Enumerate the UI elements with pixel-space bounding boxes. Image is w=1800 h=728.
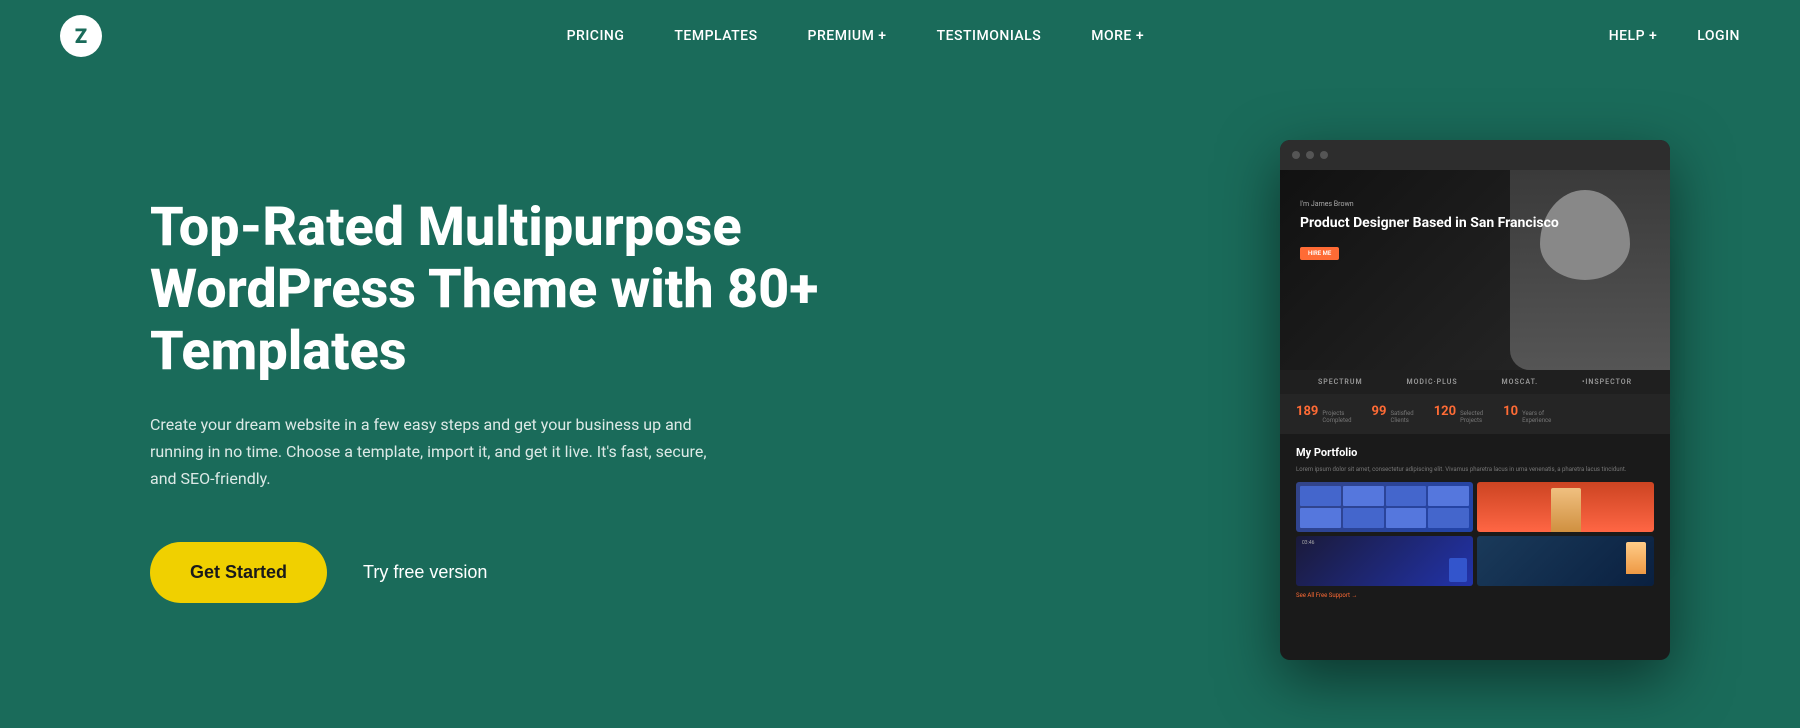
nav-item-login[interactable]: LOGIN: [1697, 28, 1740, 44]
main-mockup: I'm James Brown Product Designer Based i…: [1280, 140, 1670, 660]
browser-body: I'm James Brown Product Designer Based i…: [1280, 170, 1670, 660]
nav-right: HELP + LOGIN: [1609, 28, 1740, 44]
stat-projects: 189 ProjectsCompleted: [1296, 404, 1352, 424]
browser-dot-green: [1320, 151, 1328, 159]
get-started-button[interactable]: Get Started: [150, 542, 327, 603]
nav-item-pricing[interactable]: PRICING: [567, 28, 625, 44]
stat-num-projects: 189: [1296, 404, 1318, 419]
portfolio-description: Lorem ipsum dolor sit amet, consectetur …: [1296, 465, 1654, 474]
hero-content: Top-Rated Multipurpose WordPress Theme w…: [150, 197, 850, 604]
portfolio-grid: 03:46: [1296, 482, 1654, 586]
hero-subtitle: Create your dream website in a few easy …: [150, 411, 730, 493]
portfolio-hero: I'm James Brown Product Designer Based i…: [1280, 170, 1670, 370]
stat-label-selected: SelectedProjects: [1460, 410, 1483, 424]
hero-visual: I'm James Brown Product Designer Based i…: [850, 72, 1700, 728]
try-free-button[interactable]: Try free version: [363, 562, 487, 583]
stat-num-clients: 99: [1372, 404, 1387, 419]
portfolio-thumb-3: 03:46: [1296, 536, 1473, 586]
nav-item-testimonials[interactable]: TESTIMONIALS: [937, 28, 1042, 44]
portfolio-thumb-4: [1477, 536, 1654, 586]
portfolio-thumb-2: [1477, 482, 1654, 532]
partner-logo-1: SPECTRUM: [1318, 378, 1363, 386]
stat-label-years: Years ofExperience: [1522, 410, 1551, 424]
portfolio-section: My Portfolio Lorem ipsum dolor sit amet,…: [1280, 434, 1670, 611]
portfolio-name-label: I'm James Brown: [1300, 200, 1559, 208]
navbar: Z PRICING TEMPLATES PREMIUM + TESTIMONIA…: [0, 0, 1800, 72]
hero-section: Top-Rated Multipurpose WordPress Theme w…: [0, 72, 1800, 728]
nav-center: PRICING TEMPLATES PREMIUM + TESTIMONIALS…: [567, 28, 1145, 44]
partner-logo-4: •Inspector: [1582, 378, 1632, 386]
portfolio-see-all-link[interactable]: See All Free Support →: [1296, 592, 1654, 599]
stat-years: 10 Years ofExperience: [1503, 404, 1551, 424]
nav-item-templates[interactable]: TEMPLATES: [674, 28, 757, 44]
portfolio-heading: Product Designer Based in San Francisco: [1300, 214, 1559, 232]
partner-logo-3: MOSCAT.: [1502, 378, 1539, 386]
stat-num-years: 10: [1503, 404, 1518, 419]
nav-item-premium[interactable]: PREMIUM +: [808, 28, 887, 44]
nav-item-more[interactable]: MORE +: [1091, 28, 1144, 44]
stat-label-clients: SatisfiedClients: [1390, 410, 1413, 424]
nav-item-help[interactable]: HELP +: [1609, 28, 1658, 44]
browser-titlebar: [1280, 140, 1670, 170]
stat-label-projects: ProjectsCompleted: [1322, 410, 1351, 424]
portfolio-cta-button: HIRE ME: [1300, 247, 1339, 260]
portfolio-section-title: My Portfolio: [1296, 446, 1654, 459]
hero-buttons: Get Started Try free version: [150, 542, 850, 603]
stat-clients: 99 SatisfiedClients: [1372, 404, 1414, 424]
stat-num-selected: 120: [1434, 404, 1456, 419]
hero-title: Top-Rated Multipurpose WordPress Theme w…: [150, 197, 850, 383]
partner-logo-2: MODIC·Plus: [1406, 378, 1457, 386]
stats-bar: 189 ProjectsCompleted 99 SatisfiedClient…: [1280, 394, 1670, 434]
portfolio-thumb-1: [1296, 482, 1473, 532]
browser-dot-yellow: [1306, 151, 1314, 159]
browser-dot-red: [1292, 151, 1300, 159]
partner-logos-bar: SPECTRUM MODIC·Plus MOSCAT. •Inspector: [1280, 370, 1670, 394]
stat-selected: 120 SelectedProjects: [1434, 404, 1483, 424]
logo[interactable]: Z: [60, 15, 102, 57]
portfolio-overlay-text: I'm James Brown Product Designer Based i…: [1300, 200, 1559, 260]
